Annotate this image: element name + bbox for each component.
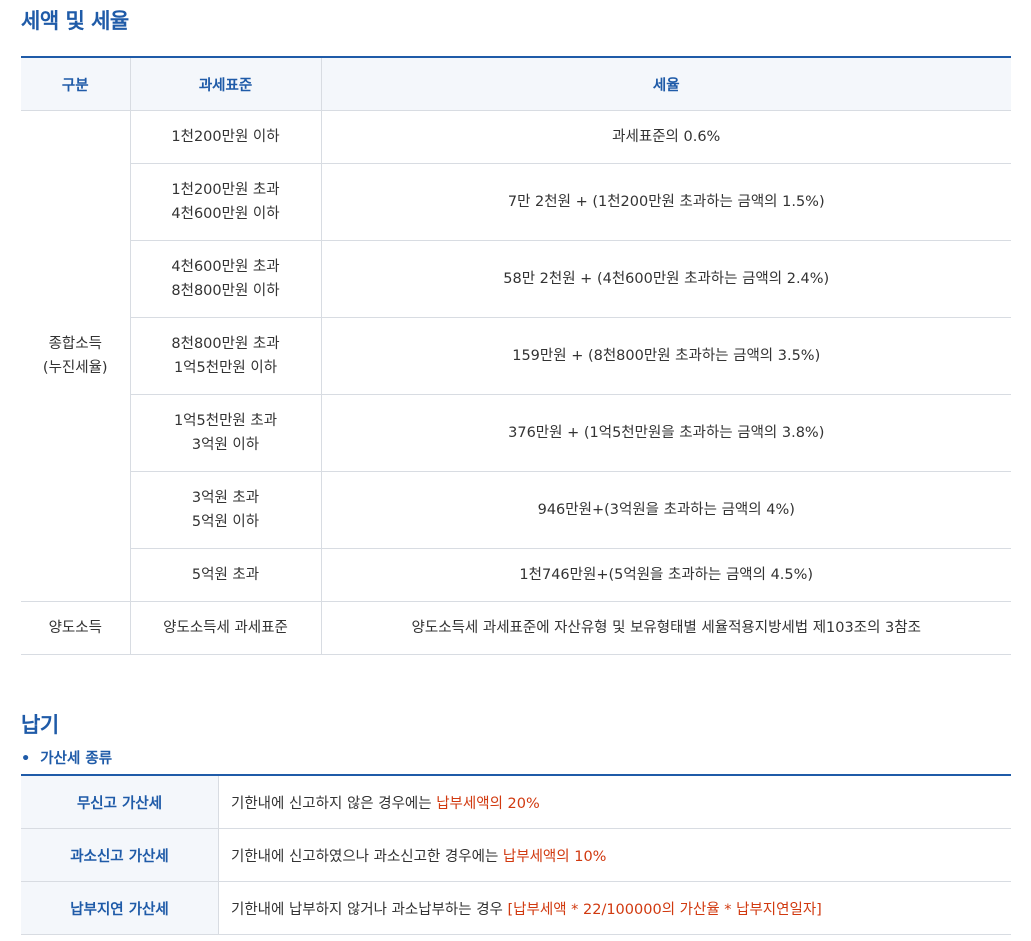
table-row: 과소신고 가산세 기한내에 신고하였으나 과소신고한 경우에는 납부세액의 10… bbox=[21, 828, 1011, 882]
penalty-desc: 기한내에 신고하지 않은 경우에는 납부세액의 20% bbox=[218, 775, 1011, 829]
section-title-tax-rate: 세액 및 세율 bbox=[21, 9, 129, 33]
header-rate: 세율 bbox=[320, 57, 1011, 111]
table-header-row: 구분 과세표준 세율 bbox=[21, 57, 1011, 111]
tax-base-line: 4천600만원 이하 bbox=[171, 206, 280, 222]
table-row: 종합소득 (누진세율) 1천200만원 이하 과세표준의 0.6% bbox=[21, 110, 1011, 602]
table-row: 무신고 가산세 기한내에 신고하지 않은 경우에는 납부세액의 20% bbox=[21, 775, 1011, 829]
category-sublabel: (누진세율) bbox=[42, 360, 108, 376]
header-category: 구분 bbox=[21, 57, 130, 111]
page: 세액 및 세율 구분 과세표준 세율 종합소득 (누진세율) 1천200만원 이… bbox=[0, 0, 1031, 941]
rate-cell: 376만원 + (1억5천만원을 초과하는 금액의 3.8%) bbox=[320, 394, 1011, 472]
rate-cell: 7만 2천원 + (1천200만원 초과하는 금액의 1.5%) bbox=[320, 163, 1011, 241]
tax-base-cell: 1천200만원 초과 4천600만원 이하 bbox=[129, 163, 321, 241]
rate-cell: 과세표준의 0.6% bbox=[320, 110, 1011, 164]
category-cell-comprehensive: 종합소득 (누진세율) bbox=[21, 110, 130, 602]
penalty-name: 납부지연 가산세 bbox=[21, 881, 219, 935]
rate-cell: 159만원 + (8천800만원 초과하는 금액의 3.5%) bbox=[320, 317, 1011, 395]
table-row: 1억5천만원 초과 3억원 이하 376만원 + (1억5천만원을 초과하는 금… bbox=[21, 394, 1011, 472]
header-tax-base: 과세표준 bbox=[129, 57, 321, 111]
penalty-highlight: 납부세액의 20% bbox=[436, 795, 540, 812]
penalty-desc: 기한내에 신고하였으나 과소신고한 경우에는 납부세액의 10% bbox=[218, 828, 1011, 882]
tax-base-line: 5억원 초과 bbox=[191, 567, 260, 583]
tax-base-line: 3억원 이하 bbox=[191, 437, 260, 453]
penalty-desc: 기한내에 납부하지 않거나 과소납부하는 경우 [납부세액 * 22/10000… bbox=[218, 881, 1011, 935]
tax-base-cell: 4천600만원 초과 8천800만원 이하 bbox=[129, 240, 321, 318]
table-row: 5억원 초과 1천746만원+(5억원을 초과하는 금액의 4.5%) bbox=[21, 548, 1011, 602]
rate-cell: 양도소득세 과세표준에 자산유형 및 보유형태별 세율적용지방세법 제103조의… bbox=[320, 601, 1011, 655]
tax-base-cell: 3억원 초과 5억원 이하 bbox=[129, 471, 321, 549]
tax-rate-table: 구분 과세표준 세율 종합소득 (누진세율) 1천200만원 이하 과세표준의 … bbox=[21, 56, 1011, 655]
tax-base-line: 1억5천만원 초과 bbox=[173, 413, 278, 429]
rate-cell: 58만 2천원 + (4천600만원 초과하는 금액의 2.4%) bbox=[320, 240, 1011, 318]
tax-base-line: 4천600만원 초과 bbox=[171, 259, 280, 275]
tax-base-cell: 8천800만원 초과 1억5천만원 이하 bbox=[129, 317, 321, 395]
penalty-text: 기한내에 납부하지 않거나 과소납부하는 경우 bbox=[231, 901, 508, 918]
tax-base-line: 5억원 이하 bbox=[191, 514, 260, 530]
table-row: 납부지연 가산세 기한내에 납부하지 않거나 과소납부하는 경우 [납부세액 *… bbox=[21, 881, 1011, 935]
tax-base-line: 1억5천만원 이하 bbox=[173, 360, 278, 376]
category-cell-transfer: 양도소득 bbox=[21, 601, 130, 655]
tax-base-cell: 1억5천만원 초과 3억원 이하 bbox=[129, 394, 321, 472]
penalty-highlight: [납부세액 * 22/100000의 가산율 * 납부지연일자] bbox=[507, 901, 822, 918]
tax-base-line: 1천200만원 이하 bbox=[171, 129, 280, 145]
tax-base-line: 1천200만원 초과 bbox=[171, 182, 280, 198]
table-row: 8천800만원 초과 1억5천만원 이하 159만원 + (8천800만원 초과… bbox=[21, 317, 1011, 395]
section-title-due-date: 납기 bbox=[21, 713, 59, 737]
category-label: 종합소득 bbox=[48, 336, 102, 352]
penalty-name: 무신고 가산세 bbox=[21, 775, 219, 829]
penalty-table: 무신고 가산세 기한내에 신고하지 않은 경우에는 납부세액의 20% 과소신고… bbox=[21, 774, 1011, 935]
penalty-highlight: 납부세액의 10% bbox=[502, 848, 607, 865]
tax-base-cell: 1천200만원 이하 bbox=[129, 110, 321, 164]
tax-base-cell: 5억원 초과 bbox=[129, 548, 321, 602]
penalty-name: 과소신고 가산세 bbox=[21, 828, 219, 882]
tax-base-cell: 양도소득세 과세표준 bbox=[129, 601, 321, 655]
rate-cell: 946만원+(3억원을 초과하는 금액의 4%) bbox=[320, 471, 1011, 549]
penalty-text: 기한내에 신고하였으나 과소신고한 경우에는 bbox=[231, 848, 503, 865]
subtitle-text: 가산세 종류 bbox=[40, 751, 113, 767]
subtitle-penalty-types: • 가산세 종류 bbox=[21, 747, 112, 768]
tax-base-line: 8천800만원 초과 bbox=[171, 336, 280, 352]
tax-base-line: 8천800만원 이하 bbox=[171, 283, 280, 299]
tax-base-line: 3억원 초과 bbox=[191, 490, 260, 506]
table-row: 양도소득 양도소득세 과세표준 양도소득세 과세표준에 자산유형 및 보유형태별… bbox=[21, 601, 1011, 655]
penalty-text: 기한내에 신고하지 않은 경우에는 bbox=[231, 795, 437, 812]
table-row: 3억원 초과 5억원 이하 946만원+(3억원을 초과하는 금액의 4%) bbox=[21, 471, 1011, 549]
table-row: 4천600만원 초과 8천800만원 이하 58만 2천원 + (4천600만원… bbox=[21, 240, 1011, 318]
table-row: 1천200만원 초과 4천600만원 이하 7만 2천원 + (1천200만원 … bbox=[21, 163, 1011, 241]
bullet-icon: • bbox=[21, 751, 31, 767]
rate-cell: 1천746만원+(5억원을 초과하는 금액의 4.5%) bbox=[320, 548, 1011, 602]
